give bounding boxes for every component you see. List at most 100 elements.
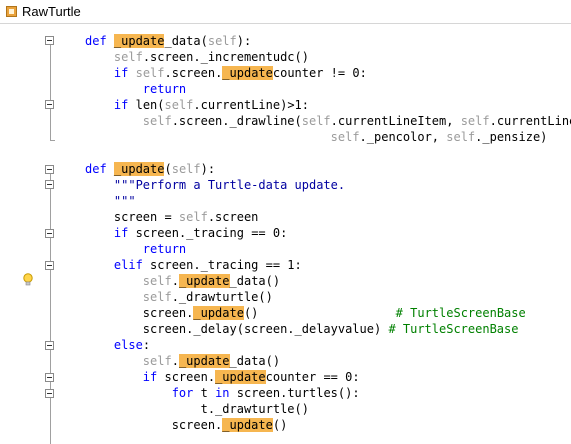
code-token: screen._delay(screen._delayvalue) bbox=[85, 322, 389, 336]
self-token: self bbox=[330, 130, 360, 144]
comment-token: # TurtleScreenBase bbox=[388, 322, 519, 336]
code-line[interactable]: self._pencolor, self._pensize) bbox=[85, 129, 548, 145]
keyword-token: for bbox=[171, 386, 201, 400]
code-token: ( bbox=[164, 162, 172, 176]
code-token: : bbox=[142, 338, 151, 352]
code-line[interactable]: for t in screen.turtles(): bbox=[85, 385, 360, 401]
code-token: _data( bbox=[164, 34, 208, 48]
search-highlight: _update bbox=[113, 34, 165, 48]
code-line[interactable]: screen._delay(screen._delayvalue) # Turt… bbox=[85, 321, 519, 337]
code-line[interactable]: if self.screen._updatecounter != 0: bbox=[85, 65, 367, 81]
editor-breadcrumb-bar: RawTurtle bbox=[0, 0, 571, 24]
self-token: self bbox=[135, 66, 165, 80]
code-token: . bbox=[171, 354, 179, 368]
code-token: () bbox=[272, 418, 288, 432]
code-token: screen. bbox=[85, 418, 223, 432]
code-line[interactable]: self._drawturtle() bbox=[85, 289, 273, 305]
self-token: self bbox=[142, 354, 172, 368]
self-token: self bbox=[142, 274, 172, 288]
self-token: self bbox=[171, 162, 201, 176]
code-token: ._drawturtle() bbox=[171, 290, 273, 304]
code-line[interactable]: return bbox=[85, 241, 186, 257]
docstring-token: """Perform a Turtle-data update. bbox=[113, 178, 346, 192]
code-line[interactable]: def _update(self): bbox=[85, 161, 215, 177]
self-token: self bbox=[113, 50, 143, 64]
self-token: self bbox=[178, 210, 208, 224]
code-token: ): bbox=[200, 162, 216, 176]
class-icon bbox=[6, 6, 17, 17]
code-line[interactable]: self._update_data() bbox=[85, 273, 280, 289]
code-line[interactable]: """ bbox=[85, 193, 136, 209]
code-token: .screen._drawline( bbox=[171, 114, 302, 128]
keyword-token: def bbox=[85, 162, 114, 176]
code-line[interactable]: return bbox=[85, 81, 186, 97]
self-token: self bbox=[164, 98, 194, 112]
self-token: self bbox=[142, 114, 172, 128]
code-line[interactable]: if len(self.currentLine)>1: bbox=[85, 97, 309, 113]
code-token: _data() bbox=[229, 354, 281, 368]
code-line[interactable]: self.screen._incrementudc() bbox=[85, 49, 309, 65]
code-token: .currentLineItem, bbox=[330, 114, 461, 128]
code-line[interactable]: screen._update() bbox=[85, 417, 287, 433]
code-token: .currentLine, bbox=[489, 114, 571, 128]
code-line[interactable]: """Perform a Turtle-data update. bbox=[85, 177, 345, 193]
code-line[interactable]: else: bbox=[85, 337, 150, 353]
code-token: len( bbox=[135, 98, 165, 112]
keyword-token: in bbox=[215, 386, 237, 400]
search-highlight: _update bbox=[222, 66, 273, 80]
self-token: self bbox=[446, 130, 476, 144]
code-token: .screen._incrementudc() bbox=[142, 50, 309, 64]
keyword-token: else bbox=[113, 338, 143, 352]
keyword-token: def bbox=[85, 34, 114, 48]
code-line[interactable]: elif screen._tracing == 1: bbox=[85, 257, 302, 273]
code-token: counter != 0: bbox=[272, 66, 367, 80]
code-token: .screen. bbox=[164, 66, 223, 80]
code-token: _data() bbox=[229, 274, 281, 288]
code-token: screen._tracing == 1: bbox=[150, 258, 302, 272]
code-line[interactable]: def _update_data(self): bbox=[85, 33, 251, 49]
code-token: screen._tracing == 0: bbox=[135, 226, 288, 240]
keyword-token: if bbox=[113, 66, 136, 80]
search-highlight: _update bbox=[178, 274, 230, 288]
comment-token: # TurtleScreenBase bbox=[395, 306, 526, 320]
code-token: ._pencolor, bbox=[359, 130, 447, 144]
search-highlight: _update bbox=[215, 370, 266, 384]
code-token: counter == 0: bbox=[265, 370, 360, 384]
code-line[interactable]: if screen._tracing == 0: bbox=[85, 225, 287, 241]
code-line[interactable]: t._drawturtle() bbox=[85, 401, 309, 417]
code-line[interactable]: self.screen._drawline(self.currentLineIt… bbox=[85, 113, 571, 129]
keyword-token: if bbox=[113, 98, 136, 112]
keyword-token: elif bbox=[113, 258, 151, 272]
self-token: self bbox=[301, 114, 331, 128]
self-token: self bbox=[142, 290, 172, 304]
code-token: ): bbox=[236, 34, 252, 48]
code-token: . bbox=[171, 274, 179, 288]
code-line[interactable]: screen = self.screen bbox=[85, 209, 259, 225]
class-name-label[interactable]: RawTurtle bbox=[22, 4, 81, 19]
code-line[interactable]: self._update_data() bbox=[85, 353, 280, 369]
code-token: screen. bbox=[164, 370, 216, 384]
code-token: ._pensize) bbox=[475, 130, 548, 144]
keyword-token: return bbox=[142, 242, 187, 256]
code-token: screen = bbox=[85, 210, 179, 224]
search-highlight: _update bbox=[193, 306, 244, 320]
code-token: t._drawturtle() bbox=[85, 402, 309, 416]
keyword-token: if bbox=[142, 370, 165, 384]
code-line[interactable]: if screen._updatecounter == 0: bbox=[85, 369, 360, 385]
code-editor[interactable]: def _update_data(self): self.screen._inc… bbox=[0, 24, 571, 444]
search-highlight: _update bbox=[178, 354, 230, 368]
code-token: () bbox=[243, 306, 396, 320]
code-token: screen. bbox=[85, 306, 194, 320]
code-line[interactable]: screen._update() # TurtleScreenBase bbox=[85, 305, 526, 321]
